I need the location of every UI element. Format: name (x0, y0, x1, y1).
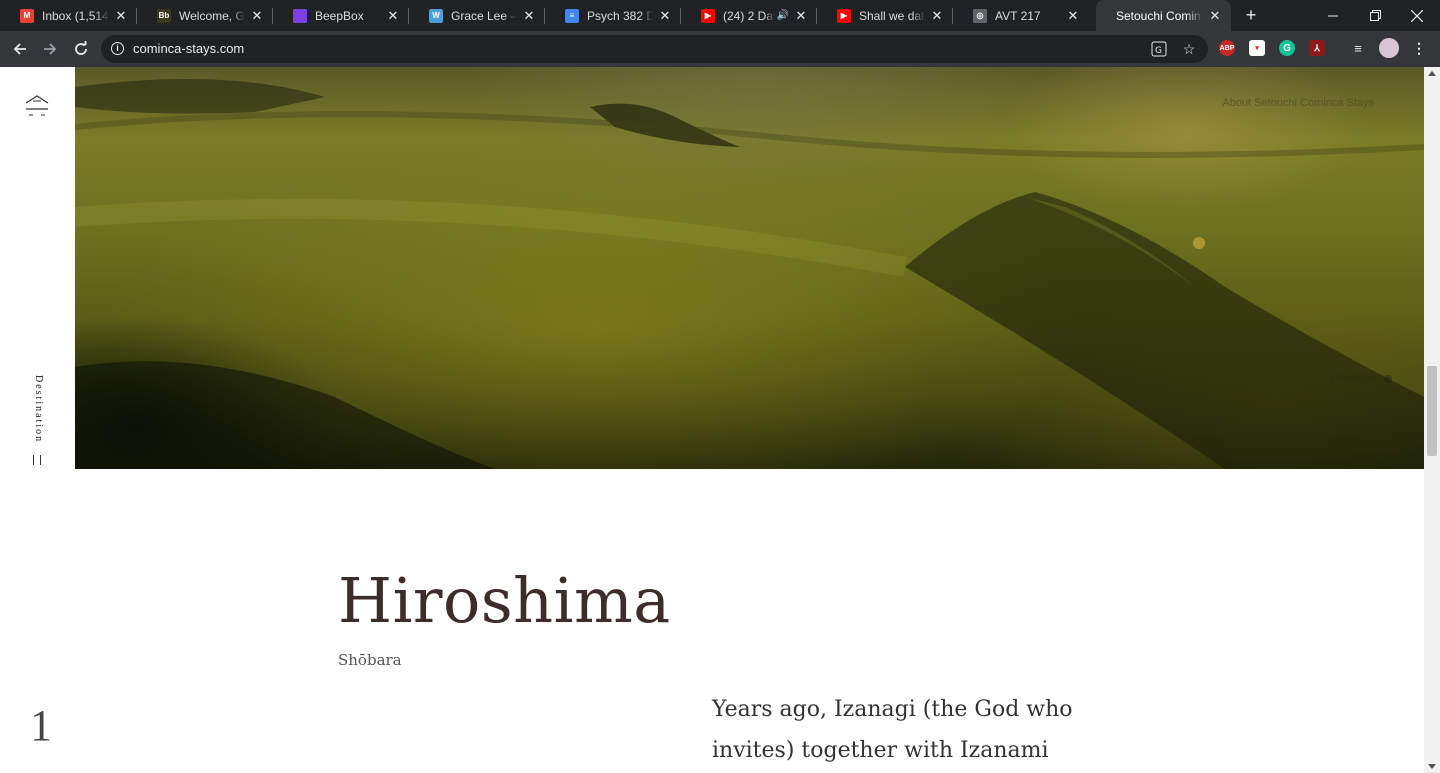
browser-tab[interactable]: W Grace Lee — W ✕ (409, 0, 545, 31)
bookmark-star-icon[interactable]: ☆ (1181, 41, 1197, 57)
web-page: Destination 1 About Setouchi Cominca Sta… (0, 67, 1440, 773)
page-scrollbar[interactable] (1424, 67, 1440, 773)
scroll-up-icon[interactable] (1428, 71, 1436, 76)
close-tab-icon[interactable]: ✕ (657, 8, 673, 24)
about-link[interactable]: About Setouchi Cominca Stays (1222, 97, 1374, 109)
menu-kebab-icon[interactable]: ⋮ (1411, 40, 1427, 56)
wordpress-icon: W (429, 8, 443, 23)
youtube-icon: ▶ (701, 8, 715, 23)
section-number: 1 (30, 701, 52, 750)
close-tab-icon[interactable]: ✕ (385, 8, 401, 24)
site-info-icon[interactable]: i (111, 42, 124, 55)
close-tab-icon[interactable]: ✕ (793, 8, 809, 24)
restore-icon (1369, 10, 1381, 21)
browser-tab[interactable]: ◎ AVT 217 ✕ (953, 0, 1089, 31)
grammarly-icon[interactable]: G (1279, 40, 1295, 56)
hero-caption-text: Hiroshima (1330, 373, 1376, 384)
adblock-icon[interactable]: ABP (1219, 40, 1235, 56)
google-docs-icon: ≡ (565, 8, 579, 23)
browser-tab[interactable]: ▶ (24) 2 Days🔊 ✕ (681, 0, 817, 31)
reload-button[interactable] (69, 37, 93, 61)
browser-tab[interactable]: M Inbox (1,514) - ✕ (0, 0, 137, 31)
beepbox-icon (293, 8, 307, 23)
scrollbar-thumb[interactable] (1427, 366, 1437, 456)
close-tab-icon[interactable]: ✕ (113, 8, 129, 24)
page-title: Hiroshima (338, 564, 671, 637)
rice-field-illustration (75, 79, 1424, 469)
arrow-left-icon (13, 43, 26, 55)
tab-title: (24) 2 Days (723, 8, 775, 23)
tab-title: AVT 217 (995, 8, 1041, 23)
tab-title: Shall we date? (859, 8, 925, 23)
translate-icon[interactable]: G (1151, 41, 1167, 57)
tab-title: BeepBox (315, 8, 364, 23)
intro-paragraph: Years ago, Izanagi (the God who invites)… (712, 697, 1073, 763)
page-subtitle: Shōbara (338, 651, 402, 669)
menu-toggle-icon[interactable] (33, 455, 41, 465)
minimize-icon (1328, 15, 1338, 16)
hero-caption: Hiroshima (1331, 373, 1392, 384)
close-icon (1411, 9, 1423, 22)
avatar[interactable] (1379, 38, 1399, 58)
tab-title: Psych 382 Draft (587, 8, 653, 23)
scroll-down-icon[interactable] (1428, 764, 1436, 769)
globe-icon: ◎ (973, 8, 987, 23)
close-tab-icon[interactable]: ✕ (1207, 8, 1223, 24)
svg-text:G: G (1155, 46, 1162, 56)
speaker-icon[interactable]: 🔊 (777, 10, 789, 21)
restore-button[interactable] (1352, 0, 1398, 31)
address-bar[interactable]: i cominca-stays.com G ☆ (101, 35, 1208, 63)
tab-title: Setouchi Comin (1116, 8, 1201, 23)
forward-button[interactable] (38, 37, 62, 61)
sidebar: Destination 1 (0, 67, 75, 773)
arrow-right-icon (44, 43, 57, 55)
tab-strip: MInbox (1,514) -✕BbWelcome, Grace✕BeepBo… (0, 0, 1440, 31)
media-queue-icon[interactable]: ≡ (1350, 40, 1366, 56)
browser-tab[interactable]: Bb Welcome, Grace ✕ (137, 0, 273, 31)
youtube-icon: ▶ (837, 8, 851, 23)
hero-image: About Setouchi Cominca Stays Hiroshima (75, 67, 1424, 469)
blackboard-icon: Bb (157, 8, 171, 23)
tab-title: Inbox (1,514) - (42, 8, 109, 23)
tab-title: Grace Lee — W (451, 8, 517, 23)
destination-menu-label[interactable]: Destination (30, 375, 44, 445)
close-tab-icon[interactable]: ✕ (929, 8, 945, 24)
close-tab-icon[interactable]: ✕ (521, 8, 537, 24)
url-text[interactable]: cominca-stays.com (133, 41, 244, 56)
gmail-icon: M (20, 8, 34, 23)
browser-tab[interactable]: Setouchi Comin ✕ (1096, 0, 1231, 31)
close-window-button[interactable] (1394, 0, 1440, 31)
pocket-icon[interactable]: ▾ (1249, 40, 1265, 56)
minimize-button[interactable] (1310, 0, 1356, 31)
browser-toolbar: i cominca-stays.com G ☆ ABP ▾ G ⅄ ≡ ⋮ (0, 31, 1440, 67)
browser-tab[interactable]: ≡ Psych 382 Draft ✕ (545, 0, 681, 31)
browser-tab[interactable]: BeepBox ✕ (273, 0, 409, 31)
back-button[interactable] (8, 37, 32, 61)
pdf-icon[interactable]: ⅄ (1309, 40, 1325, 56)
new-tab-button[interactable]: + (1241, 5, 1261, 25)
caption-dot-icon (1384, 374, 1392, 383)
close-tab-icon[interactable]: ✕ (1065, 8, 1081, 24)
close-tab-icon[interactable]: ✕ (249, 8, 265, 24)
browser-tab[interactable]: ▶ Shall we date? ✕ (817, 0, 953, 31)
tab-title: Welcome, Grace (179, 8, 245, 23)
house-logo-icon[interactable] (24, 93, 50, 119)
reload-icon (75, 41, 87, 55)
